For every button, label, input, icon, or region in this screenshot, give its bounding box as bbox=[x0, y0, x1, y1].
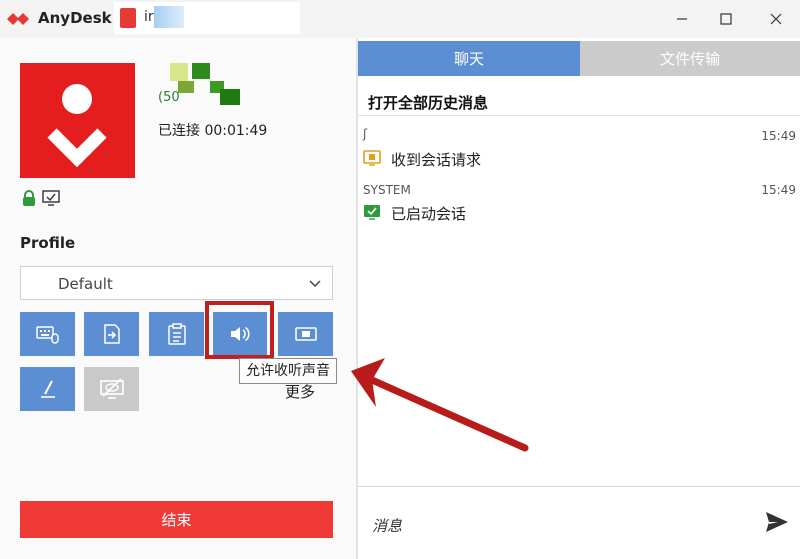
message-time: 15:49 bbox=[761, 183, 796, 197]
clipboard-icon bbox=[167, 323, 186, 345]
session-panel: (50 已连接 00:01:49 Profile Default 更多 允许收听… bbox=[0, 38, 356, 559]
close-icon bbox=[770, 13, 782, 25]
open-history-link[interactable]: 打开全部历史消息 bbox=[368, 92, 488, 113]
message-text: 收到会话请求 bbox=[391, 151, 482, 169]
close-button[interactable] bbox=[756, 4, 796, 34]
privacy-button[interactable] bbox=[84, 367, 139, 411]
keyboard-mouse-button[interactable] bbox=[20, 312, 75, 356]
message-text: 已启动会话 bbox=[391, 205, 467, 223]
title-bar: AnyDesk ir bbox=[0, 0, 800, 38]
monitor-hidden-icon bbox=[99, 378, 124, 399]
maximize-icon bbox=[720, 13, 732, 25]
file-arrow-icon bbox=[103, 324, 120, 344]
clipboard-button[interactable] bbox=[149, 312, 204, 356]
more-button[interactable]: 更多 bbox=[285, 381, 315, 402]
remote-avatar bbox=[20, 63, 135, 178]
redacted-tab-text bbox=[154, 6, 184, 28]
message-sender: ʃ bbox=[363, 127, 368, 141]
minimize-button[interactable] bbox=[662, 4, 702, 34]
session-tab-label: ir bbox=[144, 9, 154, 25]
session-request-icon bbox=[363, 150, 381, 166]
maximize-button[interactable] bbox=[706, 4, 746, 34]
record-button[interactable] bbox=[278, 312, 333, 356]
tab-file-transfer[interactable]: 文件传输 bbox=[580, 41, 800, 76]
session-tab[interactable]: ir bbox=[114, 2, 300, 34]
sound-tooltip: 允许收听声音 bbox=[239, 358, 337, 384]
session-started-icon bbox=[364, 205, 380, 220]
chat-panel: 聊天 文件传输 打开全部历史消息 ʃ 15:49 收到会话请求 SYSTEM 1… bbox=[358, 38, 800, 559]
message-time: 15:49 bbox=[761, 129, 796, 143]
profile-heading: Profile bbox=[20, 234, 76, 252]
monitor-icon bbox=[42, 190, 60, 206]
annotation-highlight-box bbox=[205, 301, 274, 359]
message-sender: SYSTEM bbox=[363, 183, 411, 197]
minimize-icon bbox=[677, 18, 687, 20]
anydesk-logo-icon bbox=[7, 13, 29, 25]
message-input[interactable]: 消息 bbox=[372, 515, 402, 536]
profile-dropdown[interactable]: Default bbox=[20, 266, 333, 300]
chevron-down-icon bbox=[309, 280, 321, 288]
keyboard-mouse-icon bbox=[35, 326, 59, 344]
end-session-button[interactable]: 结束 bbox=[20, 501, 333, 538]
file-transfer-button[interactable] bbox=[84, 312, 139, 356]
remote-id: (50 bbox=[158, 90, 180, 105]
lock-icon bbox=[23, 190, 35, 206]
send-icon[interactable] bbox=[764, 510, 790, 534]
pen-icon bbox=[40, 380, 55, 398]
tab-chat[interactable]: 聊天 bbox=[358, 41, 580, 76]
input-divider bbox=[358, 486, 800, 487]
draw-button[interactable] bbox=[20, 367, 75, 411]
history-divider bbox=[358, 115, 800, 116]
connection-status: 已连接 00:01:49 bbox=[158, 123, 268, 139]
anydesk-tab-icon bbox=[120, 8, 136, 28]
video-camera-icon bbox=[294, 327, 317, 341]
profile-selected-value: Default bbox=[58, 275, 113, 293]
app-title: AnyDesk bbox=[38, 9, 112, 27]
